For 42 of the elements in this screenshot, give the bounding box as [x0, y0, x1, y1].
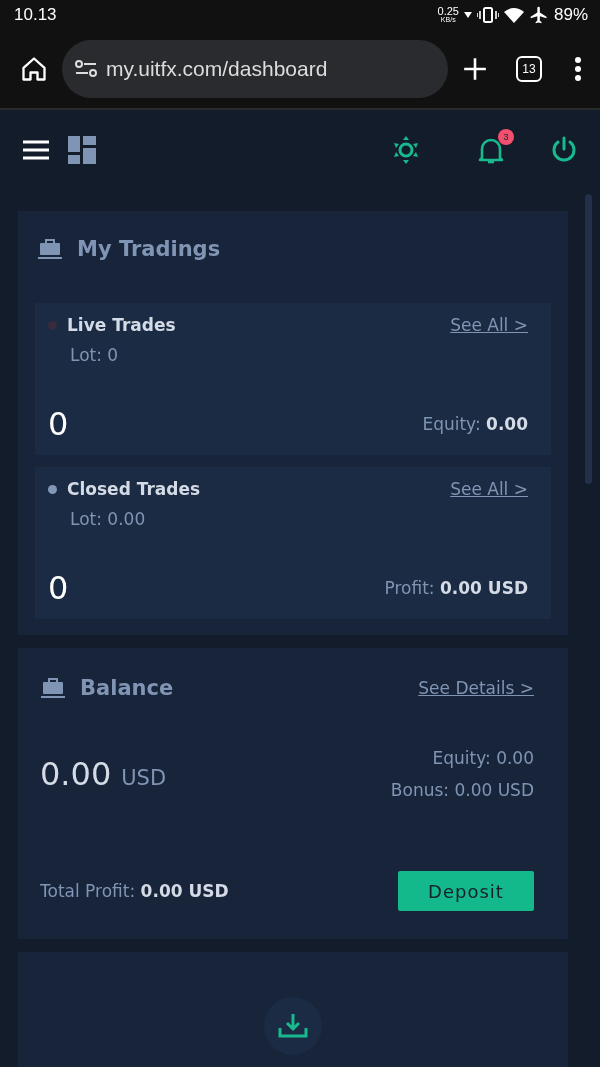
panel-title: Closed Trades	[67, 479, 202, 499]
bonus-value: Bonus: 0.00 USD	[390, 780, 534, 800]
see-details-link[interactable]: See Details >	[418, 678, 534, 698]
download-arrow-icon	[463, 11, 472, 19]
notification-badge: 3	[498, 129, 514, 145]
stat-value: Equity: 0.00	[422, 414, 528, 434]
clock-time: 10.13	[14, 5, 57, 25]
home-icon[interactable]	[20, 55, 48, 83]
airplane-icon	[528, 5, 549, 25]
equity-value: Equity: 0.00	[432, 748, 534, 768]
lot-value: Lot: 0	[70, 345, 120, 365]
briefcase-icon	[37, 238, 63, 260]
battery-level: 89%	[553, 5, 588, 25]
tab-switcher-button[interactable]: 13	[516, 56, 542, 82]
grid-layout-icon[interactable]	[68, 136, 96, 164]
download-icon	[278, 1013, 308, 1039]
trade-count: 0	[48, 569, 69, 607]
brightness-icon[interactable]	[392, 136, 420, 164]
currency-label: USD	[121, 766, 167, 790]
stat-value: Profit: 0.00 USD	[384, 578, 528, 598]
panel-title: Live Trades	[67, 315, 177, 335]
wifi-icon	[503, 7, 524, 23]
power-icon[interactable]	[550, 136, 578, 164]
total-profit: Total Profit: 0.00 USD	[40, 881, 229, 901]
see-all-link[interactable]: See All >	[450, 479, 528, 499]
lot-value: Lot: 0.00	[70, 509, 147, 529]
deposit-button[interactable]: Deposit	[398, 871, 534, 911]
trade-count: 0	[48, 405, 69, 443]
scroll-bar[interactable]	[585, 194, 592, 484]
balance-amount: 0.00	[40, 755, 112, 793]
see-all-link[interactable]: See All >	[450, 315, 528, 335]
network-speed: 0.25	[437, 6, 459, 17]
more-icon[interactable]	[574, 56, 582, 82]
url-text: my.uitfx.com/dashboard	[106, 57, 328, 81]
site-settings-icon[interactable]	[74, 59, 98, 79]
plus-icon[interactable]	[462, 56, 488, 82]
vibrate-icon	[476, 7, 499, 23]
briefcase-icon	[40, 677, 66, 699]
section-title: Balance	[80, 676, 174, 700]
address-bar[interactable]: my.uitfx.com/dashboard	[62, 40, 448, 98]
section-title: My Tradings	[77, 237, 221, 261]
menu-icon[interactable]	[22, 139, 50, 161]
